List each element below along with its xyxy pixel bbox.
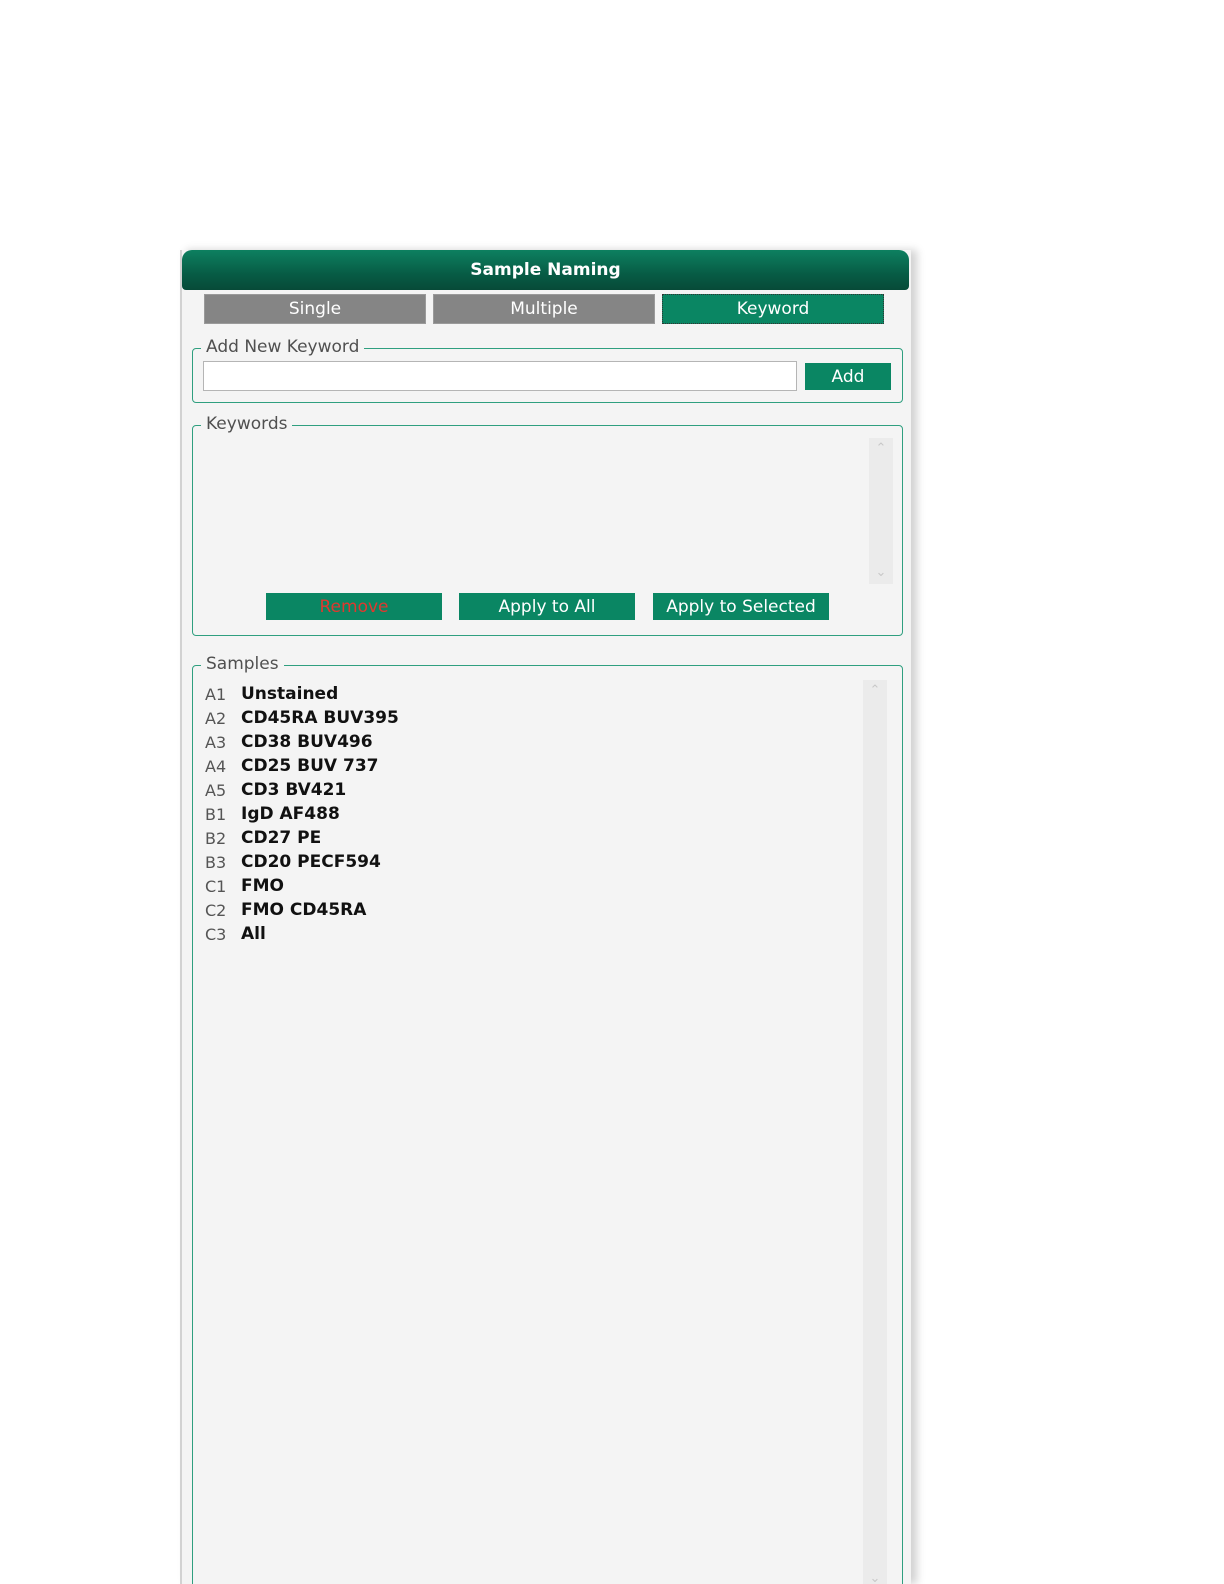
sample-name: All bbox=[241, 924, 266, 944]
apply-to-selected-button[interactable]: Apply to Selected bbox=[653, 593, 829, 620]
sample-row[interactable]: C2 FMO CD45RA bbox=[205, 898, 399, 922]
sample-row[interactable]: C3 All bbox=[205, 922, 399, 946]
keywords-group: Keywords ⌃ ⌄ Remove Apply to All Apply t… bbox=[192, 412, 903, 636]
sample-well: A4 bbox=[205, 756, 227, 776]
chevron-up-icon[interactable]: ⌃ bbox=[869, 440, 893, 458]
sample-row[interactable]: C1 FMO bbox=[205, 874, 399, 898]
sample-name: FMO bbox=[241, 876, 284, 896]
sample-well: A2 bbox=[205, 708, 227, 728]
sample-row[interactable]: B2 CD27 PE bbox=[205, 826, 399, 850]
sample-well: A5 bbox=[205, 780, 227, 800]
keywords-legend: Keywords bbox=[201, 412, 293, 436]
sample-well: C3 bbox=[205, 924, 227, 944]
sample-well: C1 bbox=[205, 876, 227, 896]
sample-well: A3 bbox=[205, 732, 227, 752]
tab-single[interactable]: Single bbox=[204, 294, 426, 324]
sample-row[interactable]: B1 IgD AF488 bbox=[205, 802, 399, 826]
add-keyword-button[interactable]: Add bbox=[805, 363, 891, 390]
sample-name: CD25 BUV 737 bbox=[241, 756, 379, 776]
sample-name: CD38 BUV496 bbox=[241, 732, 373, 752]
add-keyword-legend: Add New Keyword bbox=[201, 335, 365, 359]
apply-to-all-button[interactable]: Apply to All bbox=[459, 593, 635, 620]
chevron-down-icon[interactable]: ⌄ bbox=[863, 1570, 887, 1584]
sample-name: CD20 PECF594 bbox=[241, 852, 381, 872]
sample-row[interactable]: A2 CD45RA BUV395 bbox=[205, 706, 399, 730]
sample-well: B1 bbox=[205, 804, 227, 824]
panel-title: Sample Naming bbox=[182, 250, 909, 290]
sample-name: FMO CD45RA bbox=[241, 900, 367, 920]
sample-row[interactable]: A3 CD38 BUV496 bbox=[205, 730, 399, 754]
sample-well: C2 bbox=[205, 900, 227, 920]
sample-name: CD45RA BUV395 bbox=[241, 708, 399, 728]
remove-keyword-button[interactable]: Remove bbox=[266, 593, 442, 620]
sample-name: IgD AF488 bbox=[241, 804, 340, 824]
sample-name: CD27 PE bbox=[241, 828, 322, 848]
sample-well: B3 bbox=[205, 852, 227, 872]
sample-well: B2 bbox=[205, 828, 227, 848]
sample-row[interactable]: A4 CD25 BUV 737 bbox=[205, 754, 399, 778]
sample-name: Unstained bbox=[241, 684, 339, 704]
samples-scrollbar[interactable]: ⌃ ⌄ bbox=[863, 680, 887, 1584]
tab-keyword[interactable]: Keyword bbox=[662, 294, 884, 324]
samples-group: Samples A1 Unstained A2 CD45RA BUV395 A3 CD… bbox=[192, 652, 903, 1584]
chevron-down-icon[interactable]: ⌄ bbox=[869, 564, 893, 582]
chevron-up-icon[interactable]: ⌃ bbox=[863, 682, 887, 700]
sample-well: A1 bbox=[205, 684, 227, 704]
sample-naming-panel: Sample Naming Single Multiple Keyword Ad… bbox=[180, 250, 911, 1584]
tab-multiple[interactable]: Multiple bbox=[433, 294, 655, 324]
sample-row[interactable]: A5 CD3 BV421 bbox=[205, 778, 399, 802]
add-keyword-group: Add New Keyword Add bbox=[192, 335, 903, 403]
keywords-list[interactable] bbox=[201, 436, 861, 586]
keywords-scrollbar[interactable]: ⌃ ⌄ bbox=[869, 438, 893, 584]
sample-row[interactable]: B3 CD20 PECF594 bbox=[205, 850, 399, 874]
samples-legend: Samples bbox=[201, 652, 284, 676]
samples-list: A1 Unstained A2 CD45RA BUV395 A3 CD38 BUV49… bbox=[205, 682, 399, 946]
keyword-input[interactable] bbox=[203, 361, 797, 391]
sample-row[interactable]: A1 Unstained bbox=[205, 682, 399, 706]
sample-name: CD3 BV421 bbox=[241, 780, 347, 800]
